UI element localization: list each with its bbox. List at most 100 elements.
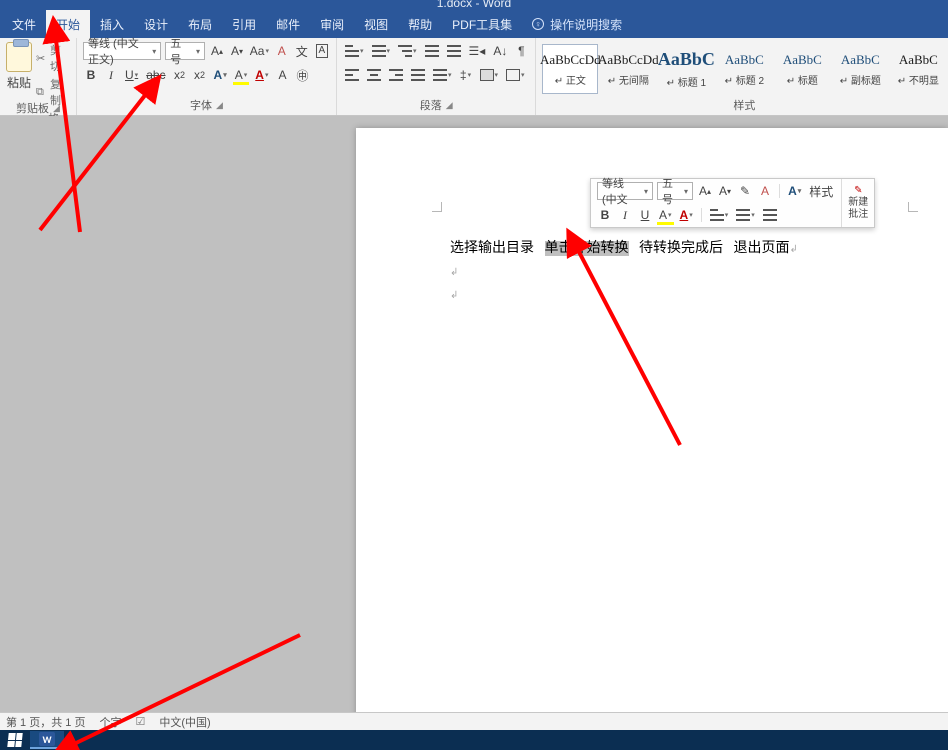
status-language[interactable]: 中文(中国) (159, 714, 210, 730)
tab-references[interactable]: 引用 (222, 10, 266, 38)
paste-button[interactable]: 粘贴 (6, 42, 32, 91)
multilevel-list-button[interactable]: ▾ (396, 42, 419, 60)
italic-button[interactable]: I (103, 66, 119, 84)
mini-font-color[interactable]: A▾ (678, 206, 695, 224)
mini-toolbar: 等线 (中文▾ 五号▾ A▴ A▾ ✎ A A▾ 样式 B I U A▾ A (590, 178, 875, 228)
char-border-button[interactable]: A (314, 42, 330, 60)
tab-layout[interactable]: 布局 (178, 10, 222, 38)
decrease-indent-button[interactable] (423, 42, 441, 60)
chevron-down-icon: ▾ (521, 71, 525, 79)
document-body[interactable]: 选择输出目录 单击开始转换 待转换完成后 退出页面↲ ↲ ↲ (450, 238, 888, 307)
mini-italic[interactable]: I (617, 206, 633, 224)
mini-shrink-font[interactable]: A▾ (717, 182, 733, 200)
tell-me-search[interactable]: ♀ 操作说明搜索 (532, 16, 622, 33)
style-card[interactable]: AaBbC↵ 标题 2 (716, 44, 772, 94)
tab-pdf-tools[interactable]: PDF工具集 (442, 10, 522, 38)
spellcheck-icon[interactable]: ☑ (135, 715, 145, 728)
paragraph-dialog-launcher[interactable]: ◢ (446, 100, 453, 111)
align-left-button[interactable] (343, 66, 361, 84)
strikethrough-button[interactable]: abc (144, 66, 167, 84)
tab-home[interactable]: 开始 (46, 10, 90, 38)
start-button[interactable] (2, 731, 28, 749)
mini-highlight[interactable]: A▾ (657, 206, 674, 224)
bold-button[interactable]: B (83, 66, 99, 84)
label: A (316, 44, 328, 58)
clipboard-dialog-launcher[interactable]: ◢ (53, 103, 60, 114)
ribbon-tabs: 文件 开始 插入 设计 布局 引用 邮件 审阅 视图 帮助 PDF工具集 ♀ 操… (0, 10, 948, 38)
font-size-combo[interactable]: 五号▾ (165, 42, 205, 60)
mini-font-combo[interactable]: 等线 (中文▾ (597, 182, 653, 200)
subscript-button[interactable]: x2 (172, 66, 188, 84)
borders-button[interactable]: ▾ (504, 66, 527, 84)
line-spacing-button[interactable]: ‡▾ (458, 66, 474, 84)
text-effects-button[interactable]: A▾ (212, 66, 229, 84)
grow-font-button[interactable]: A▴ (209, 42, 225, 60)
style-sample: AaBbC (841, 52, 880, 68)
tab-review[interactable]: 审阅 (310, 10, 354, 38)
tab-insert[interactable]: 插入 (90, 10, 134, 38)
align-right-icon (389, 69, 403, 81)
style-card[interactable]: AaBbC↵ 标题 (774, 44, 830, 94)
phonetic-guide-button[interactable]: 文 (294, 42, 310, 60)
cut-button[interactable]: ✂ 剪切 (36, 42, 70, 74)
char-shading-button[interactable]: A (274, 66, 290, 84)
chevron-down-icon: ▾ (244, 71, 248, 79)
change-case-button[interactable]: Aa▾ (249, 42, 270, 60)
style-card[interactable]: AaBbC↵ 不明显 (890, 44, 946, 94)
mini-bullets[interactable]: ▾ (708, 206, 731, 224)
align-right-button[interactable] (387, 66, 405, 84)
font-name-combo[interactable]: 等线 (中文正文)▾ (83, 42, 161, 60)
taskbar-word-app[interactable]: W (30, 731, 64, 749)
ltr-button[interactable]: ☰◂ (467, 42, 488, 60)
mini-bold[interactable]: B (597, 206, 613, 224)
bullets-icon (710, 209, 724, 221)
style-sample: AaBbC (725, 52, 764, 68)
font-dialog-launcher[interactable]: ◢ (216, 100, 223, 111)
mini-format-painter[interactable]: ✎ (737, 182, 753, 200)
mini-new-comment[interactable]: ✎ 新建 批注 (841, 179, 874, 227)
align-center-button[interactable] (365, 66, 383, 84)
mini-styles-button[interactable]: 样式 (807, 182, 835, 200)
shading-button[interactable]: ▾ (478, 66, 501, 84)
superscript-button[interactable]: x2 (192, 66, 208, 84)
tab-help[interactable]: 帮助 (398, 10, 442, 38)
tab-file[interactable]: 文件 (2, 10, 46, 38)
style-sample: AaBbC (658, 49, 715, 70)
chevron-down-icon: ▾ (387, 47, 391, 55)
tab-design[interactable]: 设计 (134, 10, 178, 38)
mini-underline[interactable]: U (637, 206, 653, 224)
mini-clear-format[interactable]: A (757, 182, 773, 200)
styles-gallery[interactable]: AaBbCcDd↵ 正文AaBbCcDd↵ 无间隔AaBbC↵ 标题 1AaBb… (542, 42, 946, 97)
distribute-button[interactable]: ▾ (431, 66, 454, 84)
font-size-value: 五号 (170, 35, 192, 67)
mini-size-combo[interactable]: 五号▾ (657, 182, 693, 200)
tab-view[interactable]: 视图 (354, 10, 398, 38)
mini-grow-font[interactable]: A▴ (697, 182, 713, 200)
numbering-button[interactable]: ▾ (370, 42, 393, 60)
style-card[interactable]: AaBbC↵ 标题 1 (658, 44, 714, 94)
sort-button[interactable]: A↓ (491, 42, 509, 60)
label: 样式 (809, 183, 833, 200)
style-card[interactable]: AaBbC↵ 副标题 (832, 44, 888, 94)
status-page[interactable]: 第 1 页，共 1 页 (6, 714, 85, 730)
shrink-font-button[interactable]: A▾ (229, 42, 245, 60)
page[interactable]: 等线 (中文▾ 五号▾ A▴ A▾ ✎ A A▾ 样式 B I U A▾ A (356, 128, 948, 712)
chevron-down-icon: ▾ (196, 47, 200, 56)
style-sample: AaBbCcDd (540, 52, 601, 68)
underline-button[interactable]: U▾ (123, 66, 140, 84)
show-marks-button[interactable]: ¶ (513, 42, 529, 60)
enclose-char-button[interactable]: ㊥ (294, 66, 310, 84)
style-card[interactable]: AaBbCcDd↵ 无间隔 (600, 44, 656, 94)
highlight-button[interactable]: A▾ (233, 66, 250, 84)
font-color-button[interactable]: A▾ (253, 66, 270, 84)
bullets-button[interactable]: ▾ (343, 42, 366, 60)
mini-styles-dd[interactable]: 样式 (761, 206, 779, 224)
clear-format-button[interactable]: A (274, 42, 290, 60)
mini-numbering[interactable]: ▾ (734, 206, 757, 224)
style-card[interactable]: AaBbCcDd↵ 正文 (542, 44, 598, 94)
tab-mail[interactable]: 邮件 (266, 10, 310, 38)
status-words[interactable]: 个字 (99, 714, 121, 730)
justify-button[interactable] (409, 66, 427, 84)
mini-styles-font-color[interactable]: A▾ (786, 182, 803, 200)
increase-indent-button[interactable] (445, 42, 463, 60)
